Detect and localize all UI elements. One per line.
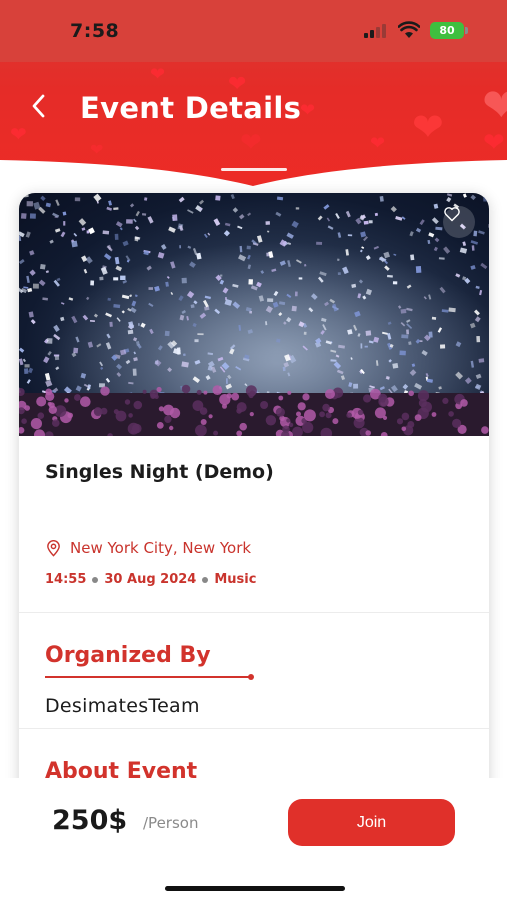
event-card: Singles Night (Demo) New York City, New … [19, 193, 489, 813]
event-name: Singles Night (Demo) [45, 461, 274, 483]
header: 7:58 80 ❤ ❤ ❤ ❤ ❤ ❤ ❤ ❤ ❤ ❤ Event Detail… [0, 0, 507, 200]
price-unit: /Person [143, 814, 199, 832]
event-location: New York City, New York [45, 539, 251, 557]
confetti-image [19, 193, 489, 436]
price: 250$ [52, 805, 128, 836]
separator-dot [92, 576, 99, 583]
event-meta: 14:55 30 Aug 2024 Music [45, 572, 256, 587]
favorite-button[interactable] [443, 206, 475, 238]
event-category: Music [214, 572, 257, 587]
divider [19, 612, 489, 613]
heart-icon: ❤ [300, 100, 316, 121]
location-text: New York City, New York [70, 539, 252, 557]
divider [19, 728, 489, 729]
organizer-name[interactable]: DesimatesTeam [45, 695, 200, 717]
heart-icon: ❤ [10, 122, 27, 146]
status-bar: 7:58 80 [0, 0, 507, 62]
heart-icon: ❤ [482, 78, 507, 132]
event-time: 14:55 [45, 572, 87, 587]
signal-icon [364, 24, 388, 38]
separator-dot [202, 576, 209, 583]
section-underline [45, 674, 254, 680]
organized-by-title: Organized By [45, 643, 211, 668]
chevron-left-icon [32, 94, 45, 118]
event-date: 30 Aug 2024 [104, 572, 197, 587]
location-pin-icon [47, 539, 60, 557]
sheet-handle[interactable] [221, 168, 287, 171]
home-indicator [165, 886, 345, 891]
page-title: Event Details [80, 91, 302, 125]
event-photo [19, 193, 489, 436]
heart-outline-icon [444, 207, 460, 222]
join-button[interactable]: Join [288, 799, 455, 846]
battery-icon: 80 [430, 22, 468, 39]
wifi-icon [398, 21, 420, 38]
bottom-bar: 250$ /Person Join [0, 778, 507, 900]
back-button[interactable] [30, 92, 52, 122]
heart-icon: ❤ [412, 105, 444, 149]
heart-icon: ❤ [150, 64, 166, 85]
status-time: 7:58 [70, 20, 120, 42]
